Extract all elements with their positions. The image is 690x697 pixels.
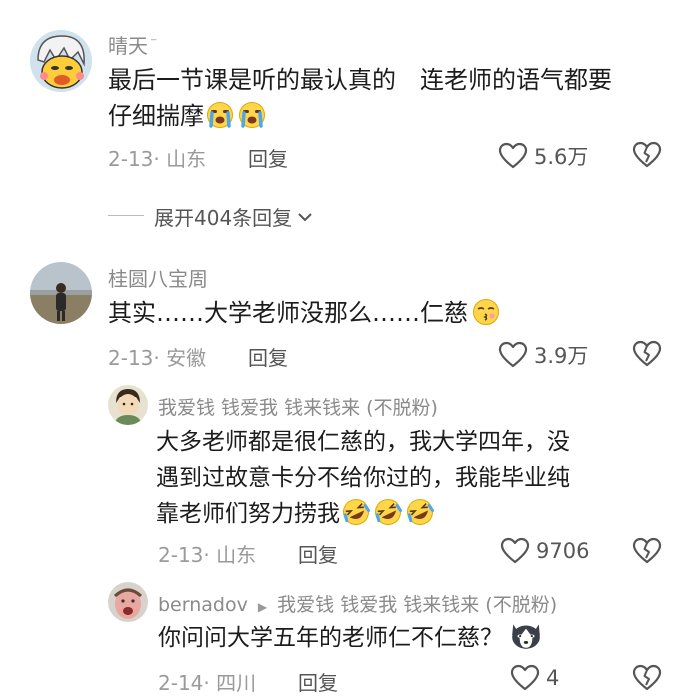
- reply-text: 大多老师都是很仁慈的，我大学四年，没 遇到过故意卡分不给你过的，我能毕业纯 靠老…: [156, 429, 570, 527]
- reply-text: 你问问大学五年的老师仁不仁慈？: [158, 620, 543, 656]
- expand-replies-button[interactable]: 展开404条回复: [154, 202, 314, 231]
- avatar[interactable]: [108, 582, 148, 622]
- like-count: 3.9万: [534, 344, 589, 368]
- reply-button[interactable]: 回复: [298, 539, 338, 568]
- comment-username[interactable]: 晴天 ⁻: [108, 30, 157, 59]
- reply-button[interactable]: 回复: [248, 143, 288, 172]
- crying-face-icon: [206, 101, 234, 129]
- like-button[interactable]: 3.9万: [498, 340, 588, 370]
- reply-button[interactable]: 回复: [298, 667, 338, 696]
- heart-icon: [498, 341, 528, 369]
- broken-heart-icon: [632, 340, 662, 368]
- husky-dog-face-icon: [509, 620, 543, 650]
- like-count: 5.6万: [534, 145, 589, 169]
- rolling-laughing-face-icon: [342, 498, 370, 526]
- comment-text: 最后一节课是听的最认真的 连老师的语气都要 仔细揣摩: [108, 66, 612, 130]
- crying-face-icon: [238, 101, 266, 129]
- reply-button[interactable]: 回复: [248, 342, 288, 371]
- reply-to-username[interactable]: 我爱钱 钱爱我 钱来钱来 (不脱粉): [277, 594, 557, 616]
- broken-heart-icon: [632, 141, 662, 169]
- dislike-button[interactable]: [632, 141, 662, 173]
- rolling-laughing-face-icon: [406, 498, 434, 526]
- comment-text: 其实……大学老师没那么……仁慈: [108, 295, 500, 331]
- comment-username[interactable]: 桂圆八宝周: [108, 263, 208, 292]
- reply-username[interactable]: bernadov ▶ 我爱钱 钱爱我 钱来钱来 (不脱粉): [158, 590, 557, 617]
- reply-date-location: 2-14· 四川: [158, 671, 257, 695]
- like-count: 9706: [536, 539, 590, 563]
- expand-divider: [108, 215, 144, 216]
- like-button[interactable]: 5.6万: [498, 141, 588, 171]
- like-count: 4: [546, 666, 560, 690]
- reply-username[interactable]: 我爱钱 钱爱我 钱来钱来 (不脱粉): [158, 393, 438, 420]
- dislike-button[interactable]: [632, 537, 662, 569]
- kissing-face-icon: [472, 298, 500, 326]
- comment-date-location: 2-13· 山东: [108, 147, 207, 171]
- broken-heart-icon: [632, 664, 662, 692]
- reply-arrow-icon: ▶: [257, 600, 268, 614]
- dislike-button[interactable]: [632, 340, 662, 372]
- like-button[interactable]: 9706: [500, 537, 589, 565]
- heart-icon: [510, 664, 540, 692]
- chevron-down-icon: [298, 212, 312, 221]
- heart-icon: [498, 142, 528, 170]
- avatar[interactable]: [30, 262, 92, 324]
- avatar[interactable]: [30, 30, 92, 92]
- rolling-laughing-face-icon: [374, 498, 402, 526]
- comment-date-location: 2-13· 安徽: [108, 346, 207, 370]
- like-button[interactable]: 4: [510, 664, 559, 692]
- avatar[interactable]: [108, 385, 148, 425]
- heart-icon: [500, 537, 530, 565]
- broken-heart-icon: [632, 537, 662, 565]
- reply-date-location: 2-13· 山东: [158, 543, 257, 567]
- dislike-button[interactable]: [632, 664, 662, 696]
